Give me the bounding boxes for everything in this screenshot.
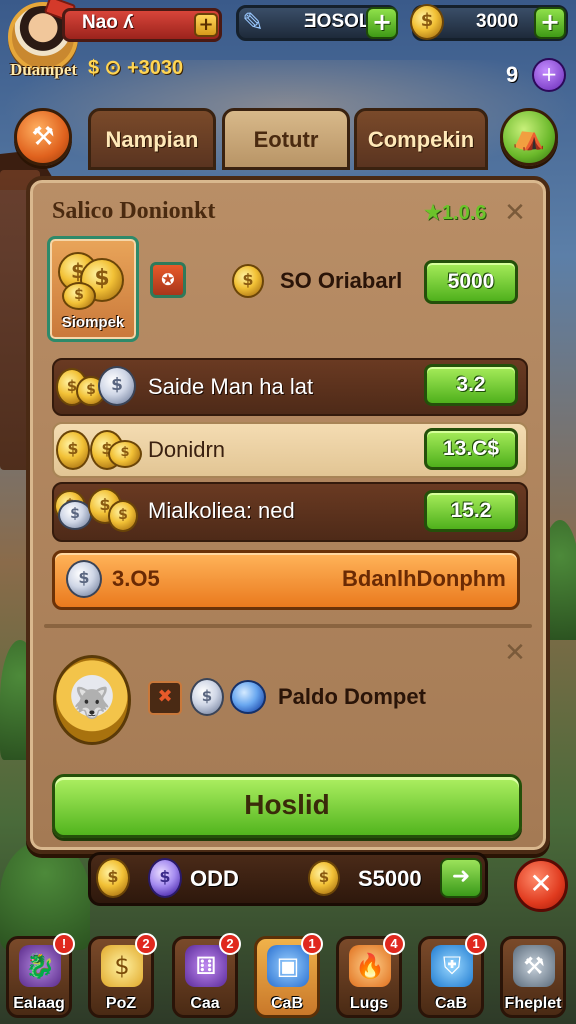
blue-coin-icon — [230, 680, 266, 714]
nav-badge: 2 — [219, 933, 241, 955]
box-icon: ▣ — [267, 945, 309, 987]
nav-badge: 2 — [135, 933, 157, 955]
panel-title: Salico Donionkt — [52, 198, 216, 224]
panel-stat: ★1.0.6 — [424, 202, 487, 224]
nav-item-ealaag[interactable]: 🐉 ! Ealaag — [6, 933, 75, 1018]
nav-item-poz[interactable]: $ 2 PoZ — [88, 933, 157, 1018]
tool-badge-icon: ✖ — [148, 681, 182, 715]
nav-label: Ealaag — [13, 995, 65, 1012]
coin-pile-icon-3: $ — [62, 282, 96, 310]
resource-value-1: ƎOSOL — [304, 11, 371, 32]
background-plant-bottom-left — [0, 840, 90, 950]
add-name-button[interactable]: + — [194, 13, 218, 37]
add-resource-1-button[interactable]: + — [366, 7, 398, 39]
purple-coin-icon: $ — [148, 858, 182, 898]
summary-go-button[interactable]: ➜ — [440, 858, 482, 898]
section-close-button[interactable]: ✕ — [500, 638, 530, 668]
panel-divider — [44, 624, 532, 628]
pen-icon: ✎ — [242, 8, 264, 38]
nav-item-fheplet[interactable]: ⚒ Fheplet — [500, 936, 566, 1018]
add-resource-2-button[interactable]: + — [534, 7, 566, 39]
section2-label: Paldo Dompet — [278, 684, 426, 709]
gold-coin-icon: $ — [56, 430, 90, 470]
nav-item-cab[interactable]: ▣ 1 CaB — [254, 933, 323, 1018]
total-bar-right-text: BdanlhDonphm — [342, 566, 506, 591]
top-row-label: SO Oriabarl — [280, 268, 403, 293]
dragon-icon: 🐉 — [19, 945, 61, 987]
header-coins: $ ⊙ +3030 — [88, 54, 183, 80]
nav-badge: 1 — [465, 933, 487, 955]
nav-label: CaB — [270, 995, 303, 1012]
map-button[interactable]: ⛺ — [500, 108, 558, 166]
gold-coin-icon: $ — [108, 440, 142, 468]
player-label: Duampet — [10, 60, 78, 79]
nav-label: CaB — [434, 995, 467, 1012]
tab-nampian[interactable]: Nampian — [88, 108, 216, 170]
coin-icon: $ — [101, 945, 143, 987]
resource-value-2: 3000 — [476, 11, 519, 32]
hammer-icon: ⚒ — [513, 945, 555, 987]
summary-right-text: S5000 — [358, 866, 422, 891]
confirm-button[interactable]: Hoslid — [52, 774, 522, 838]
left-menu-button[interactable]: ⚒ — [14, 108, 72, 166]
money-bag-icon: $ — [410, 4, 444, 40]
total-bar-left-text: 3.O5 — [112, 566, 160, 591]
nav-badge: ! — [53, 933, 75, 955]
row-2-label: Donidrn — [148, 437, 226, 462]
nav-label: Caa — [190, 995, 220, 1012]
nav-badge: 1 — [301, 933, 323, 955]
gold-coin-icon: $ — [232, 264, 264, 298]
silver-coin-icon: $ — [190, 678, 224, 716]
row-1-label: Saide Man ha lat — [148, 374, 314, 399]
row-3-value-button[interactable]: 15.2 — [424, 490, 518, 532]
nav-label: PoZ — [105, 995, 137, 1012]
gold-coin-icon: $ — [108, 500, 138, 532]
row-1-value-button[interactable]: 3.2 — [424, 364, 518, 406]
nav-item-lugs[interactable]: 🔥 4 Lugs — [336, 933, 405, 1018]
row-2-value-button[interactable]: 13.C$ — [424, 428, 518, 470]
row-3-label: Mialkoliea: ned — [148, 498, 295, 523]
fire-icon: 🔥 — [349, 945, 391, 987]
silver-coin-icon: $ — [66, 560, 102, 598]
nav-item-cab-2[interactable]: ⛨ 1 CaB — [418, 933, 487, 1018]
silver-coin-icon: $ — [98, 366, 136, 406]
close-button[interactable]: ✕ — [514, 858, 568, 912]
dice-icon: ⚅ — [185, 945, 227, 987]
gold-coin-icon: $ — [96, 858, 130, 898]
header-coins-text: $ ⊙ +3030 — [88, 56, 184, 79]
gem-count: 9 — [506, 62, 519, 87]
gold-coin-icon: $ — [308, 860, 340, 896]
panel-close-button[interactable]: ✕ — [500, 198, 530, 228]
nav-item-caa[interactable]: ⚅ 2 Caa — [172, 933, 241, 1018]
silver-coin-icon: $ — [58, 500, 92, 530]
shield-icon: ⛨ — [431, 945, 473, 987]
nav-label: Fheplet — [504, 995, 562, 1012]
nav-label: Lugs — [349, 995, 389, 1012]
player-name: Nao ʎ — [82, 12, 134, 33]
summary-left-text: ODD — [190, 866, 239, 891]
tab-eotutr[interactable]: Eotutr — [222, 108, 350, 170]
category-badge-icon: ✪ — [150, 262, 186, 298]
gem-add-button[interactable]: + — [532, 58, 566, 92]
nav-badge: 4 — [383, 933, 405, 955]
wolf-head-icon: 🐺 — [73, 686, 111, 721]
top-row-value-button[interactable]: 5000 — [424, 260, 518, 304]
coin-bag-label: Siompek — [61, 314, 125, 331]
tab-compekin[interactable]: Compekin — [354, 108, 488, 170]
